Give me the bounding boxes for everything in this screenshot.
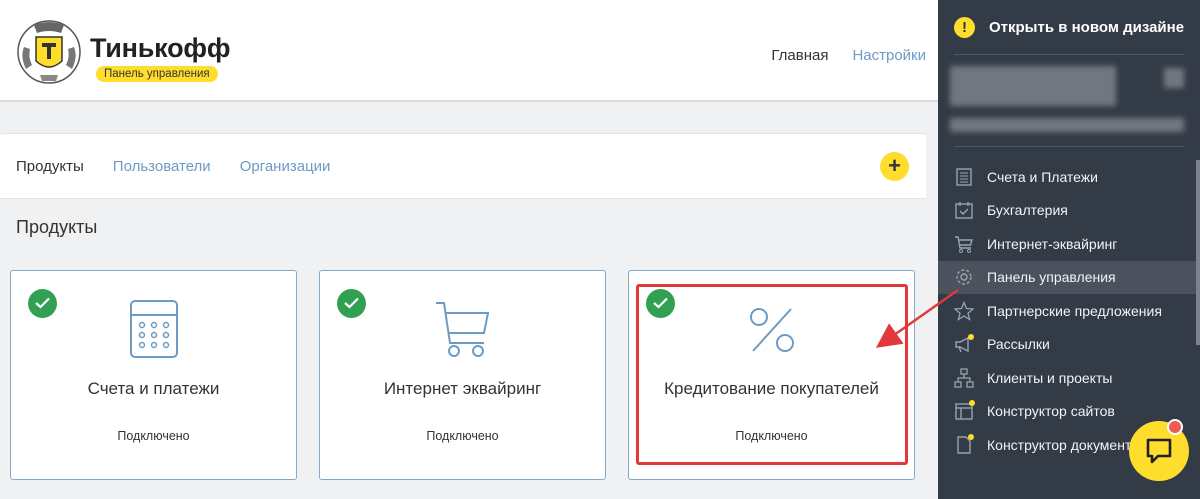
- notification-dot: [968, 334, 974, 341]
- nav-home-link[interactable]: Главная: [771, 47, 828, 64]
- sidebar-item-label: Конструктор сайтов: [987, 403, 1115, 420]
- divider: [954, 54, 1184, 55]
- sidebar-item-accounting[interactable]: Бухгалтерия: [938, 194, 1196, 228]
- sidebar-scrollbar[interactable]: [1196, 160, 1200, 345]
- cart-icon: [435, 302, 489, 357]
- card-title: Счета и платежи: [87, 379, 220, 398]
- sidebar-item-acquiring[interactable]: Интернет-эквайринг: [938, 227, 1196, 261]
- redacted-account-icon: [1164, 68, 1184, 88]
- section-title: Продукты: [16, 217, 98, 237]
- top-nav: Главная Настройки: [771, 47, 926, 64]
- hierarchy-icon: [954, 368, 974, 388]
- sidebar-item-label: Конструктор документов: [987, 436, 1147, 453]
- sidebar-item-label: Клиенты и проекты: [987, 369, 1113, 386]
- tab-users[interactable]: Пользователи: [113, 158, 211, 175]
- tinkoff-logo[interactable]: [14, 17, 84, 87]
- tab-bar: Продукты Пользователи Организации: [16, 158, 330, 175]
- layout-icon: [955, 400, 975, 420]
- card-status: Подключено: [117, 429, 190, 443]
- brand-badge: Панель управления: [96, 66, 218, 82]
- sidebar-item-partners[interactable]: Партнерские предложения: [938, 294, 1196, 328]
- warning-icon: !: [954, 17, 975, 38]
- check-icon: [337, 289, 366, 318]
- sidebar-item-label: Интернет-эквайринг: [987, 235, 1118, 252]
- header: Тинькофф Панель управления Главная Настр…: [0, 0, 938, 102]
- sidebar-item-label: Партнерские предложения: [987, 302, 1162, 319]
- chat-notification-dot: [1167, 419, 1183, 435]
- new-design-link[interactable]: ! Открыть в новом дизайне: [954, 17, 1184, 38]
- ledger-icon: [956, 168, 972, 186]
- document-icon: [957, 433, 974, 454]
- redacted-account-details: [950, 118, 1184, 132]
- nav-settings-link[interactable]: Настройки: [852, 47, 926, 64]
- tab-organizations[interactable]: Организации: [240, 158, 331, 175]
- sidebar-item-clients[interactable]: Клиенты и проекты: [938, 361, 1196, 395]
- card-title: Интернет эквайринг: [383, 379, 542, 398]
- star-icon: [954, 300, 974, 321]
- check-icon: [28, 289, 57, 318]
- card-status: Подключено: [426, 429, 499, 443]
- sidebar-item-label: Счета и Платежи: [987, 168, 1098, 185]
- notification-dot: [969, 400, 975, 407]
- megaphone-icon: [955, 334, 974, 353]
- redacted-account-name: [950, 66, 1116, 106]
- sidebar-item-mailings[interactable]: Рассылки: [938, 328, 1196, 362]
- sidebar-item-label: Бухгалтерия: [987, 202, 1068, 219]
- sidebar-item-control-panel[interactable]: Панель управления: [938, 260, 1196, 294]
- cart-icon: [955, 236, 973, 253]
- product-card-acquiring[interactable]: Интернет эквайринг Подключено: [319, 270, 606, 480]
- sidebar-item-accounts[interactable]: Счета и Платежи: [938, 160, 1196, 194]
- calculator-icon: [129, 300, 178, 358]
- calendar-check-icon: [955, 202, 973, 219]
- new-design-label: Открыть в новом дизайне: [989, 19, 1185, 36]
- product-card-accounts[interactable]: Счета и платежи Подключено: [10, 270, 297, 480]
- chat-icon: [1146, 438, 1172, 464]
- add-button[interactable]: +: [880, 152, 909, 181]
- divider: [954, 146, 1184, 147]
- notification-dot: [968, 433, 974, 440]
- gear-icon: [956, 269, 972, 285]
- sidebar-item-label: Панель управления: [987, 269, 1116, 286]
- sidebar-item-label: Рассылки: [987, 336, 1050, 353]
- brand-name: Тинькофф: [90, 33, 231, 63]
- tab-products[interactable]: Продукты: [16, 158, 84, 175]
- highlight-box: [636, 284, 908, 465]
- sidebar-menu: Счета и Платежи Бухгалтерия Интернет-экв…: [938, 160, 1196, 462]
